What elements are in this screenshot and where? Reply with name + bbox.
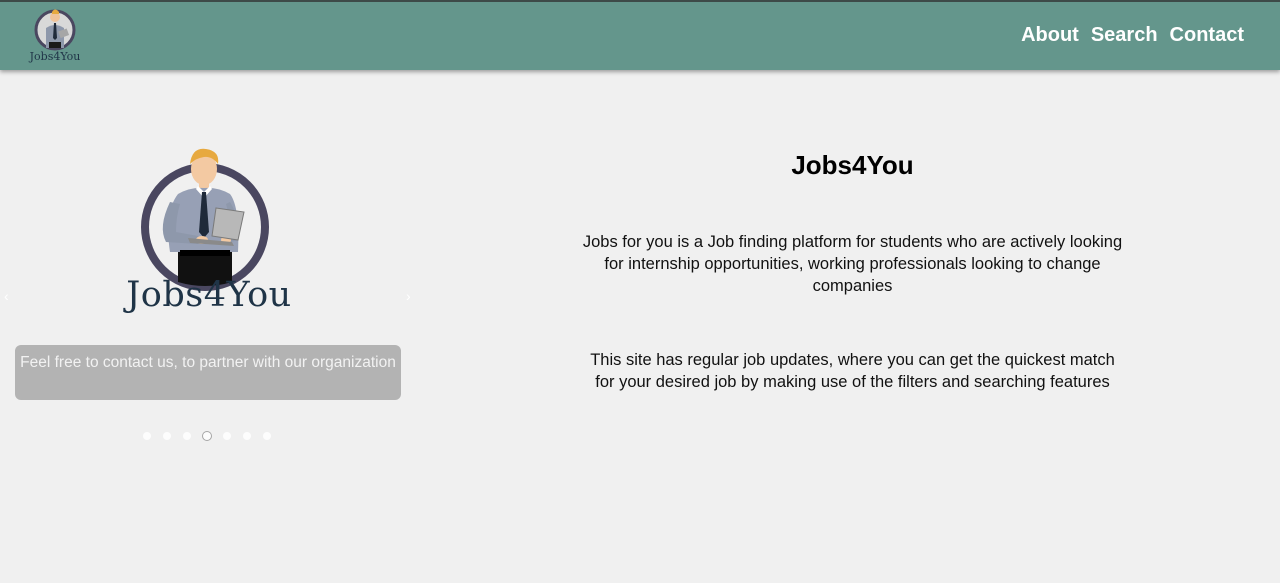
features-paragraph: This site has regular job updates, where… xyxy=(590,351,1115,391)
nav-about[interactable]: About xyxy=(1021,24,1079,47)
carousel-dot-5[interactable] xyxy=(223,432,231,440)
intro-paragraph: Jobs for you is a Job finding platform f… xyxy=(582,233,1123,295)
image-carousel: Jobs4You ‹ › Feel free to contact us, to… xyxy=(0,120,418,460)
site-logo[interactable]: Jobs4You xyxy=(28,4,82,66)
logo-text: Jobs4You xyxy=(29,50,81,63)
logo-image xyxy=(34,9,76,51)
nav-search[interactable]: Search xyxy=(1091,24,1158,47)
carousel-dot-7[interactable] xyxy=(263,432,271,440)
carousel-indicators xyxy=(143,432,271,440)
main-nav: About Search Contact xyxy=(1021,24,1244,47)
carousel-dot-4-active[interactable] xyxy=(203,432,211,440)
about-section: Jobs4You Jobs for you is a Job finding p… xyxy=(580,150,1125,393)
top-navbar: Jobs4You About Search Contact xyxy=(0,0,1280,70)
carousel-dot-2[interactable] xyxy=(163,432,171,440)
carousel-dot-6[interactable] xyxy=(243,432,251,440)
carousel-dot-1[interactable] xyxy=(143,432,151,440)
chevron-right-icon[interactable]: › xyxy=(406,288,411,304)
nav-contact[interactable]: Contact xyxy=(1170,24,1244,47)
page-title: Jobs4You xyxy=(791,150,914,180)
chevron-left-icon[interactable]: ‹ xyxy=(4,288,9,304)
carousel-dot-3[interactable] xyxy=(183,432,191,440)
carousel-caption: Feel free to contact us, to partner with… xyxy=(15,345,401,400)
carousel-brand-text: Jobs4You xyxy=(126,275,292,315)
